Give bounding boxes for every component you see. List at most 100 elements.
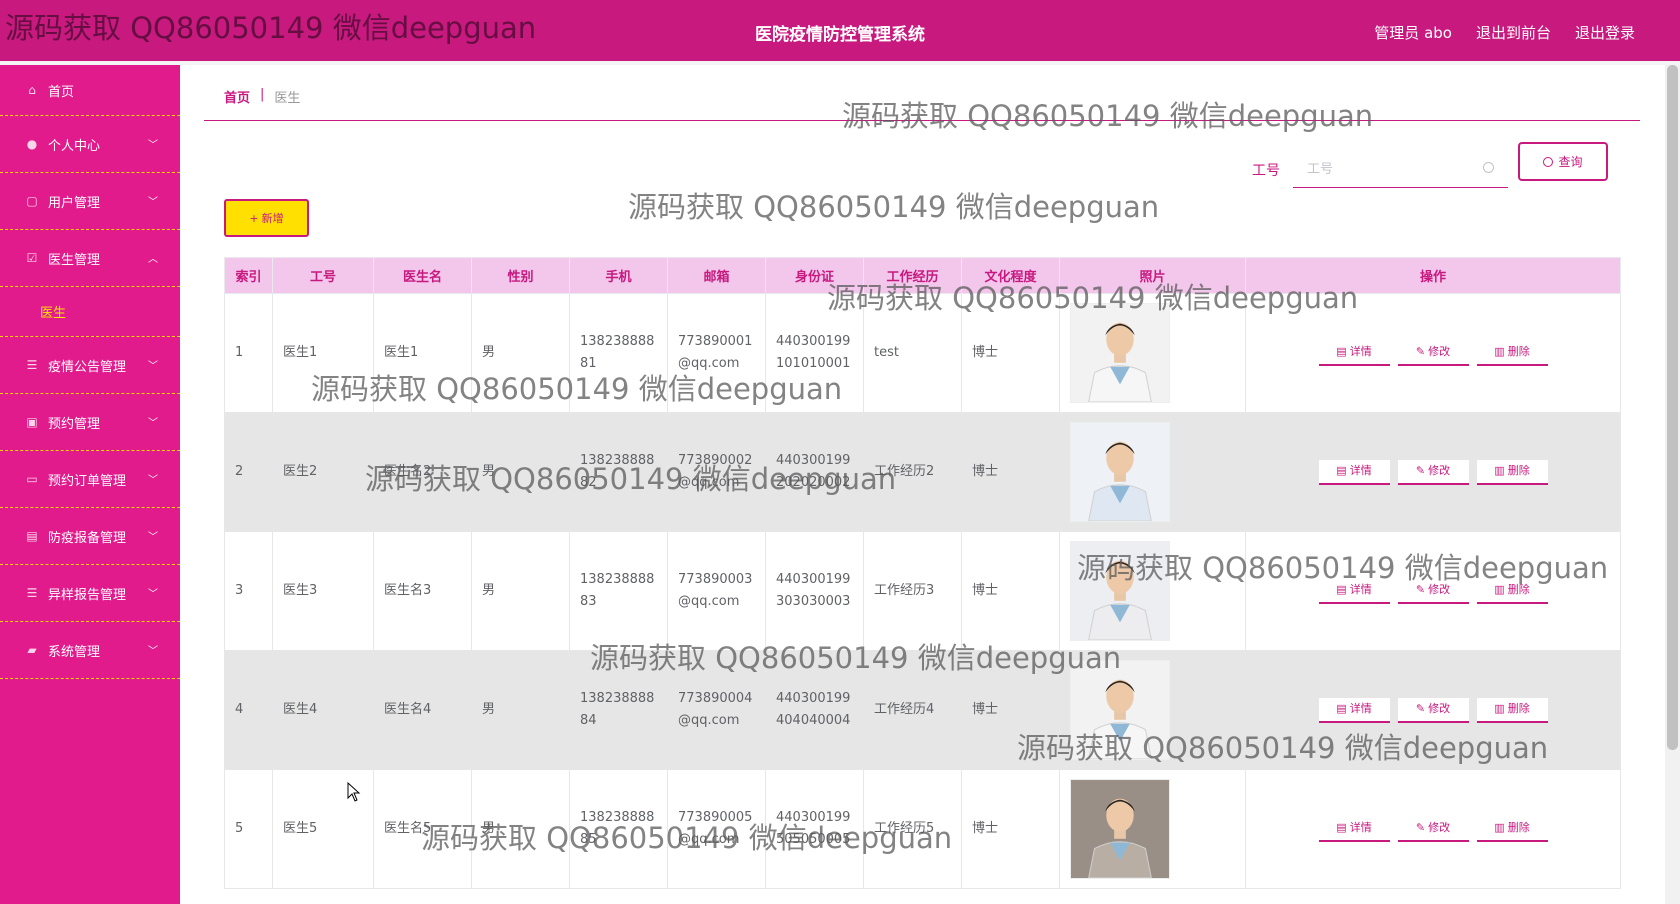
column-header: 手机 <box>569 257 668 294</box>
delete-button[interactable]: ▥ 删除 <box>1476 697 1548 723</box>
delete-button-label: 删除 <box>1507 345 1530 358</box>
cell-email: 773890003@qq.com <box>667 531 766 651</box>
cell-phone: 13823888884 <box>569 650 668 770</box>
sidebar-item-label: 预约订单管理 <box>48 473 127 489</box>
cell-name: 医生名3 <box>373 531 472 651</box>
message-icon: ▭ <box>26 472 38 486</box>
cell-experience: test <box>863 293 962 413</box>
detail-button-label: 详情 <box>1349 583 1372 596</box>
cell-index: 5 <box>224 769 273 889</box>
detail-button[interactable]: ▤ 详情 <box>1318 340 1390 366</box>
cell-phone: 13823888883 <box>569 531 668 651</box>
pencil-icon: ✎ <box>1415 583 1426 596</box>
detail-button-label: 详情 <box>1349 345 1372 358</box>
cell-idcard: 440300199101010001 <box>765 293 864 413</box>
cell-id: 医生2 <box>272 412 374 532</box>
search-icon <box>1483 162 1494 173</box>
detail-button[interactable]: ▤ 详情 <box>1318 816 1390 842</box>
edit-button[interactable]: ✎ 修改 <box>1397 459 1469 485</box>
chevron-down-icon: ﹀ <box>148 475 158 486</box>
sidebar-item-appointment-order[interactable]: ▭ 预约订单管理 ﹀ <box>0 451 180 508</box>
home-icon: ⌂ <box>28 83 36 97</box>
cell-operations: ▤ 详情 ✎ 修改 ▥ 删除 <box>1245 769 1621 889</box>
chevron-up-icon: ︿ <box>148 254 158 265</box>
document-icon: ▤ <box>1336 821 1347 834</box>
sidebar-item-appointment[interactable]: ▣ 预约管理 ﹀ <box>0 394 180 451</box>
sidebar-item-abnormal-report[interactable]: ☰ 异样报告管理 ﹀ <box>0 565 180 622</box>
list-icon: ☰ <box>26 358 38 372</box>
cell-index: 3 <box>224 531 273 651</box>
detail-button[interactable]: ▤ 详情 <box>1318 697 1390 723</box>
column-header: 身份证 <box>765 257 864 294</box>
column-header: 工作经历 <box>863 257 962 294</box>
back-to-frontend-link[interactable]: 退出到前台 <box>1476 22 1551 43</box>
trash-icon: ▥ <box>1494 583 1505 596</box>
checkbox-icon: ☑ <box>26 251 38 265</box>
cell-education: 博士 <box>961 531 1060 651</box>
edit-button[interactable]: ✎ 修改 <box>1397 340 1469 366</box>
cell-idcard: 440300199404040004 <box>765 650 864 770</box>
logout-link[interactable]: 退出登录 <box>1575 22 1635 43</box>
detail-button-label: 详情 <box>1349 702 1372 715</box>
scrollbar[interactable] <box>1665 65 1680 904</box>
sidebar-item-user-management[interactable]: ▢ 用户管理 ﹀ <box>0 173 180 230</box>
sidebar-item-label: 医生管理 <box>48 252 101 268</box>
cell-experience: 工作经历2 <box>863 412 962 532</box>
copy-icon: ▢ <box>26 194 38 208</box>
edit-button-label: 修改 <box>1428 345 1451 358</box>
edit-button-label: 修改 <box>1428 821 1451 834</box>
cell-phone: 13823888882 <box>569 412 668 532</box>
detail-button-label: 详情 <box>1349 821 1372 834</box>
cell-photo <box>1059 293 1246 413</box>
add-button[interactable]: + 新增 <box>224 199 309 237</box>
cell-operations: ▤ 详情 ✎ 修改 ▥ 删除 <box>1245 412 1621 532</box>
cell-operations: ▤ 详情 ✎ 修改 ▥ 删除 <box>1245 531 1621 651</box>
column-header: 医生名 <box>373 257 472 294</box>
sidebar-item-home[interactable]: ⌂ 首页 <box>0 65 180 116</box>
detail-button[interactable]: ▤ 详情 <box>1318 578 1390 604</box>
column-header: 操作 <box>1245 257 1621 294</box>
chevron-down-icon: ﹀ <box>148 589 158 600</box>
delete-button[interactable]: ▥ 删除 <box>1476 340 1548 366</box>
sidebar-item-epidemic-notice[interactable]: ☰ 疫情公告管理 ﹀ <box>0 337 180 394</box>
row-actions: ▤ 详情 ✎ 修改 ▥ 删除 <box>1256 578 1610 604</box>
edit-button[interactable]: ✎ 修改 <box>1397 578 1469 604</box>
query-button[interactable]: 查询 <box>1518 142 1608 181</box>
delete-button[interactable]: ▥ 删除 <box>1476 816 1548 842</box>
pencil-icon: ✎ <box>1415 702 1426 715</box>
sidebar-item-doctor-management[interactable]: ☑ 医生管理 ︿ <box>0 230 180 287</box>
clipboard-icon: ▣ <box>26 415 38 429</box>
scrollbar-thumb[interactable] <box>1667 65 1678 750</box>
sidebar-item-system-management[interactable]: ▰ 系统管理 ﹀ <box>0 622 180 679</box>
sidebar-item-label: 异样报告管理 <box>48 587 127 603</box>
cell-email: 773890002@qq.com <box>667 412 766 532</box>
cell-idcard: 440300199303030003 <box>765 531 864 651</box>
cell-education: 博士 <box>961 412 1060 532</box>
sidebar-subitem-doctor[interactable]: 医生 <box>0 287 180 337</box>
sidebar-item-personal-center[interactable]: ● 个人中心 ﹀ <box>0 116 180 173</box>
delete-button[interactable]: ▥ 删除 <box>1476 459 1548 485</box>
delete-button[interactable]: ▥ 删除 <box>1476 578 1548 604</box>
cell-photo <box>1059 769 1246 889</box>
cell-phone: 13823888881 <box>569 293 668 413</box>
pencil-icon: ✎ <box>1415 464 1426 477</box>
trash-icon: ▥ <box>1494 821 1505 834</box>
list-icon: ☰ <box>26 586 38 600</box>
sidebar-item-prevention-report[interactable]: ▤ 防疫报备管理 ﹀ <box>0 508 180 565</box>
sidebar: ⌂ 首页 ● 个人中心 ﹀ ▢ 用户管理 ﹀ ☑ 医生管理 ︿ 医生 ☰ 疫情公… <box>0 65 180 904</box>
search-input[interactable] <box>1307 161 1477 176</box>
sidebar-item-label: 系统管理 <box>48 644 101 660</box>
doctor-table: 索引 工号 医生名 性别 手机 邮箱 身份证 工作经历 文化程度 照片 操作 1… <box>224 257 1621 889</box>
edit-button-label: 修改 <box>1428 583 1451 596</box>
user-icon: ● <box>26 137 38 151</box>
sidebar-item-label: 用户管理 <box>48 195 101 211</box>
pencil-icon: ✎ <box>1415 345 1426 358</box>
edit-button[interactable]: ✎ 修改 <box>1397 816 1469 842</box>
row-actions: ▤ 详情 ✎ 修改 ▥ 删除 <box>1256 340 1610 366</box>
chevron-down-icon: ﹀ <box>148 418 158 429</box>
edit-button[interactable]: ✎ 修改 <box>1397 697 1469 723</box>
cell-index: 4 <box>224 650 273 770</box>
admin-user-link[interactable]: 管理员 abo <box>1374 22 1452 43</box>
detail-button[interactable]: ▤ 详情 <box>1318 459 1390 485</box>
breadcrumb-home[interactable]: 首页 <box>224 87 250 106</box>
